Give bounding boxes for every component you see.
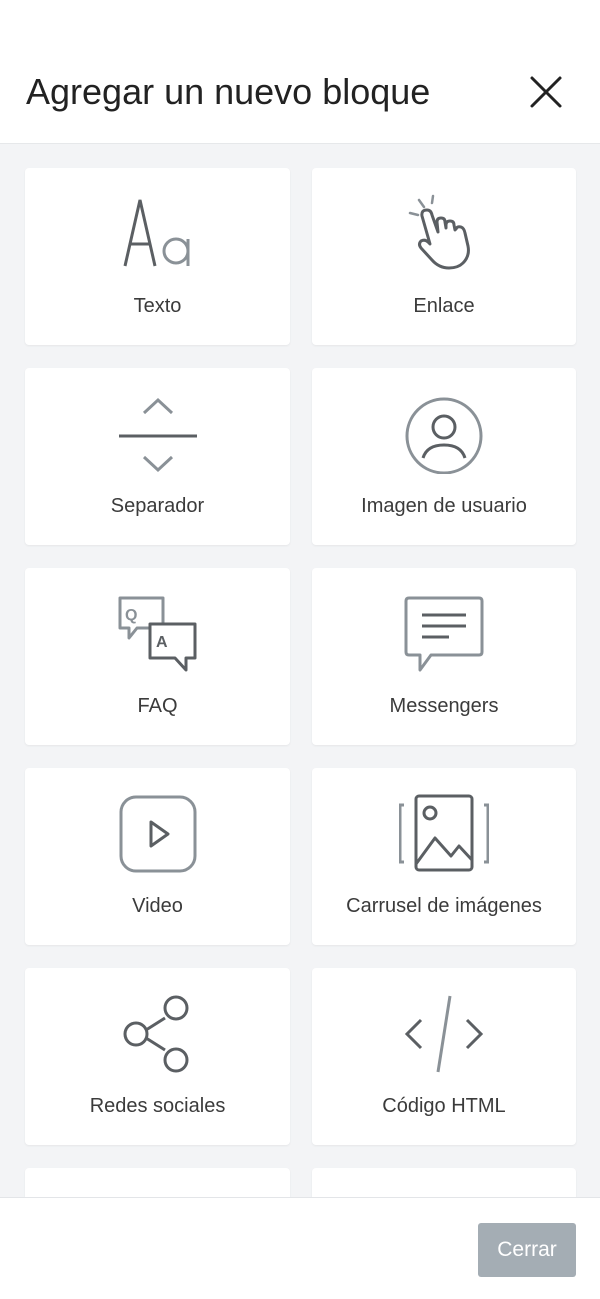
block-label: Texto (133, 295, 182, 317)
block-card-video[interactable]: Video (25, 768, 290, 945)
block-card-codigo-html[interactable]: Código HTML (312, 968, 576, 1145)
hand-pointer-icon (408, 194, 470, 270)
block-label: Carrusel de imágenes (346, 895, 542, 917)
block-label: Messengers (389, 695, 499, 717)
image-carousel-icon (399, 794, 489, 872)
modal-footer: Cerrar (0, 1197, 600, 1299)
block-label: Video (132, 895, 183, 917)
code-icon (404, 995, 484, 1073)
block-grid: Texto Enlace Separador Imagen de usuario… (25, 168, 576, 1197)
block-label: Redes sociales (89, 1095, 226, 1117)
separator-icon (118, 397, 197, 473)
close-button[interactable] (524, 70, 568, 114)
share-icon (123, 995, 188, 1073)
block-card-carrusel-de-imagenes[interactable]: Carrusel de imágenes (312, 768, 576, 945)
cerrar-button[interactable]: Cerrar (478, 1223, 576, 1277)
modal-title: Agregar un nuevo bloque (26, 71, 431, 112)
block-card-messengers[interactable]: Messengers (312, 568, 576, 745)
user-avatar-icon (405, 397, 483, 474)
block-card-imagen-de-usuario[interactable]: Imagen de usuario (312, 368, 576, 545)
block-card-redes-sociales[interactable]: Redes sociales (25, 968, 290, 1145)
block-card-partial[interactable] (25, 1168, 290, 1197)
block-label: Separador (110, 495, 205, 517)
block-card-faq[interactable]: Q A FAQ (25, 568, 290, 745)
faq-bubbles-icon: Q A (118, 596, 196, 672)
svg-text:Q: Q (125, 607, 137, 624)
close-icon (530, 76, 562, 108)
block-label: Imagen de usuario (361, 495, 527, 517)
svg-text:A: A (156, 634, 168, 651)
block-label: Enlace (413, 295, 475, 317)
block-card-enlace[interactable]: Enlace (312, 168, 576, 345)
block-label: FAQ (137, 695, 178, 717)
text-aa-icon (123, 199, 189, 267)
modal-header: Agregar un nuevo bloque (0, 0, 600, 144)
block-label: Código HTML (382, 1095, 506, 1117)
block-card-separador[interactable]: Separador (25, 368, 290, 545)
block-list[interactable]: Texto Enlace Separador Imagen de usuario… (0, 144, 600, 1197)
block-card-partial[interactable] (312, 1168, 576, 1197)
message-bubble-icon (404, 596, 484, 672)
block-card-texto[interactable]: Texto (25, 168, 290, 345)
video-play-icon (119, 795, 196, 873)
